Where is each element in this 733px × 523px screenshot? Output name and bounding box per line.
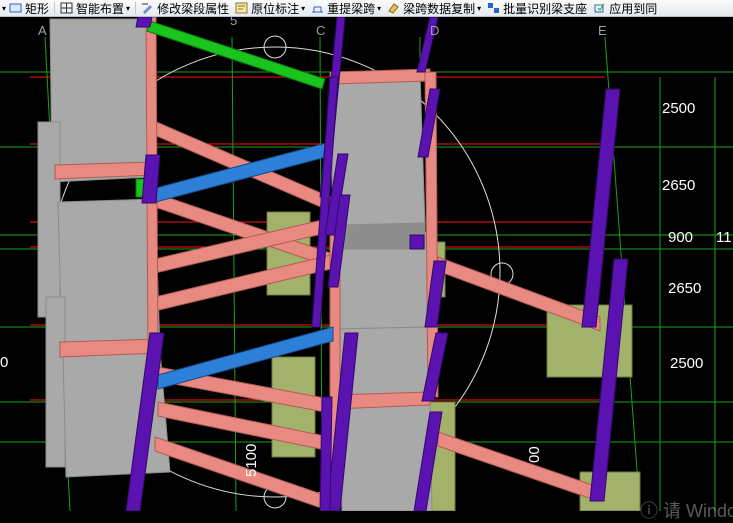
toolbar-rectangle-button[interactable]: 矩形 <box>6 0 52 16</box>
axis-label-d: D <box>430 23 439 38</box>
toolbar-respan-label: 重提梁跨 <box>327 1 376 16</box>
dimension-2650-top: 2650 <box>662 177 695 194</box>
toolbar-separator <box>54 2 56 14</box>
activation-watermark: ⓘ 请 Windows <box>640 501 733 521</box>
dimension-cut-right: 11 <box>716 229 732 246</box>
batch-icon <box>487 2 500 14</box>
toolbar-edit-segment-button[interactable]: 修改梁段属性 <box>138 0 232 16</box>
toolbar-annotate-button[interactable]: 原位标注 ▾ <box>232 0 308 16</box>
rectangle-icon <box>9 2 22 14</box>
edit-property-icon <box>141 2 154 14</box>
dimension-cut-bottom: 00 <box>526 446 543 463</box>
toolbar-copy-span-button[interactable]: 梁跨数据复制 ▾ <box>384 0 484 16</box>
grid-layout-icon <box>60 2 73 14</box>
toolbar-rectangle-label: 矩形 <box>25 1 50 16</box>
axis-label-5: 5 <box>230 17 237 28</box>
chevron-down-icon[interactable]: ▾ <box>301 4 305 13</box>
chevron-down-icon[interactable]: ▾ <box>377 4 381 13</box>
toolbar-edit-segment-label: 修改梁段属性 <box>157 1 230 16</box>
dimension-cut-left: 0 <box>0 354 8 371</box>
toolbar-batch-support-label: 批量识别梁支座 <box>503 1 588 16</box>
dimension-5100: 5100 <box>243 444 260 477</box>
toolbar-apply-same-label: 应用到同 <box>609 1 658 16</box>
axis-label-e: E <box>598 23 607 38</box>
toolbar-smart-layout-button[interactable]: 智能布置 ▾ <box>57 0 133 16</box>
span-icon <box>311 2 324 14</box>
toolbar-separator <box>135 2 137 14</box>
toolbar: ▾ 矩形 智能布置 ▾ 修改梁段属性 原位标注 ▾ 重提梁跨 ▾ 梁跨数据复制 … <box>0 0 733 17</box>
copy-icon <box>387 2 400 14</box>
axis-label-a: A <box>38 23 47 38</box>
model-canvas[interactable]: A 5 C D E 2500 2650 900 11 2650 2500 0 5… <box>0 17 733 511</box>
annotate-icon <box>235 2 248 14</box>
apply-icon <box>593 2 606 14</box>
3d-model-viewport[interactable]: A 5 C D E 2500 2650 900 11 2650 2500 0 5… <box>0 17 733 511</box>
chevron-down-icon[interactable]: ▾ <box>477 4 481 13</box>
toolbar-copy-span-label: 梁跨数据复制 <box>403 1 476 16</box>
toolbar-apply-same-button[interactable]: 应用到同 <box>590 0 660 16</box>
toolbar-batch-support-button[interactable]: 批量识别梁支座 <box>484 0 590 16</box>
dimension-900: 900 <box>668 229 693 246</box>
dimension-2500-bottom: 2500 <box>670 355 703 372</box>
toolbar-smart-layout-label: 智能布置 <box>76 1 125 16</box>
dimension-2500-top: 2500 <box>662 100 695 117</box>
chevron-down-icon[interactable]: ▾ <box>126 4 130 13</box>
dimension-2650-bottom: 2650 <box>668 280 701 297</box>
toolbar-annotate-label: 原位标注 <box>251 1 300 16</box>
toolbar-respan-button[interactable]: 重提梁跨 ▾ <box>308 0 384 16</box>
axis-label-c: C <box>316 23 325 38</box>
